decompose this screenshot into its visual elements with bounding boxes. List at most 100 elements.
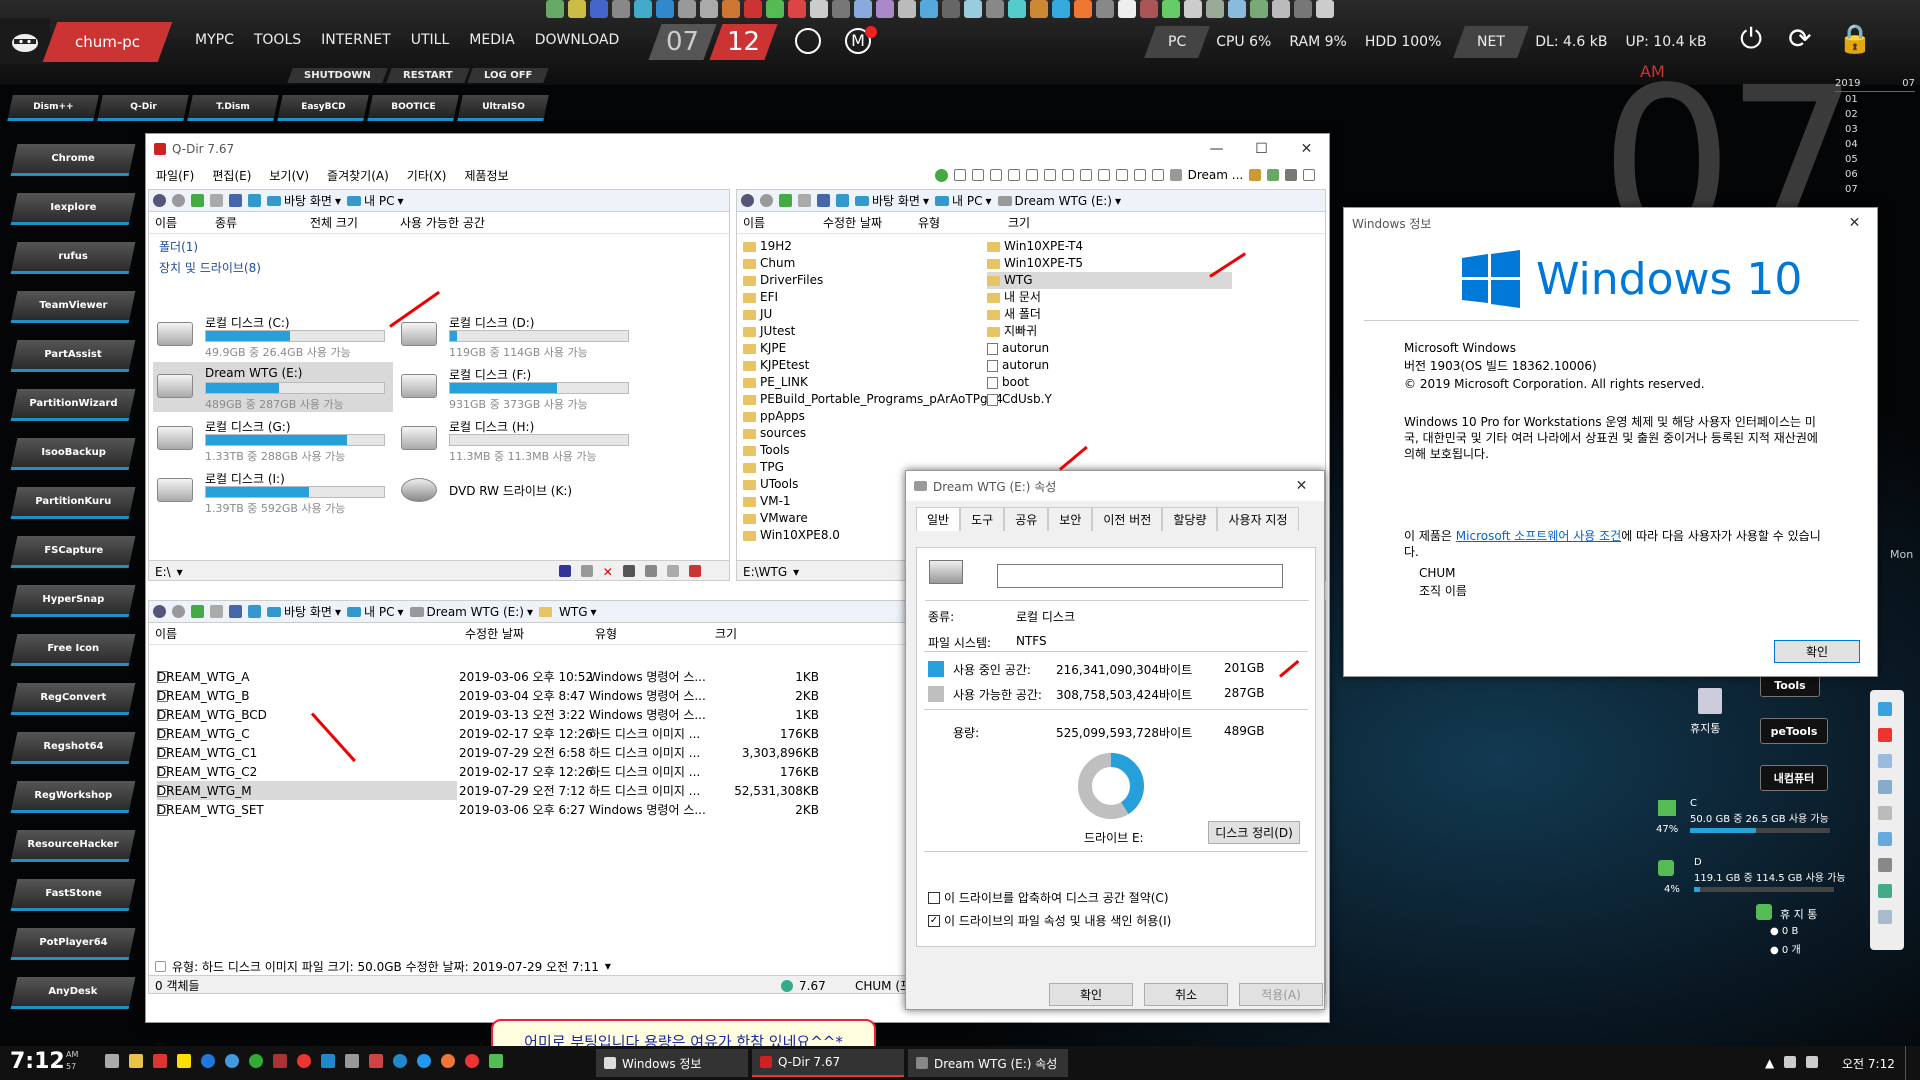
taskbar-clock[interactable]: 오전 7:12 [1842, 1055, 1895, 1072]
taskbar-item-qdir[interactable]: Q-Dir 7.67 [752, 1049, 904, 1077]
tab-sharing[interactable]: 공유 [1004, 507, 1049, 531]
table-row[interactable]: DREAM_WTG_BCD 2019-03-13 오전 3:22 Windows 명… [157, 705, 857, 724]
table-row[interactable]: DREAM_WTG_C 2019-02-17 오후 12:26 하드 디스크 이미지… [157, 724, 857, 743]
logoff-button[interactable]: LOG OFF [467, 68, 550, 83]
table-row[interactable]: DREAM_WTG_M 2019-07-29 오전 7:12 하드 디스크 이미지 … [157, 781, 819, 800]
chrome-icon[interactable] [465, 1054, 479, 1068]
edge-icon[interactable] [393, 1054, 407, 1068]
breadcrumb-mypc[interactable]: 내 PC ▾ [347, 192, 404, 209]
app-icon[interactable] [201, 1054, 215, 1068]
license-link[interactable]: Microsoft 소프트웨어 사용 조건 [1456, 529, 1621, 543]
forward-icon[interactable] [172, 194, 185, 207]
app-icon[interactable] [1878, 832, 1892, 846]
breadcrumb-mypc[interactable]: 내 PC ▾ [935, 192, 992, 209]
chrome-icon[interactable] [795, 28, 821, 54]
folder-item[interactable]: EFI [743, 289, 1003, 306]
app-icon[interactable] [546, 0, 564, 18]
app-icon[interactable] [1184, 0, 1202, 18]
menu-tools[interactable]: TOOLS [254, 32, 301, 48]
sidebar-item-teamviewer[interactable]: TeamViewer [5, 282, 140, 331]
app-icon[interactable] [249, 1054, 263, 1068]
folder-item[interactable]: JUtest [743, 323, 1003, 340]
sidebar-item-partassist[interactable]: PartAssist [5, 331, 140, 380]
folder-item[interactable]: sources [743, 425, 1003, 442]
layout-icon[interactable] [989, 169, 1002, 181]
col-name[interactable]: 이름 [149, 214, 209, 231]
app-icon[interactable] [273, 1054, 287, 1068]
drive-i[interactable]: 로컬 디스크 (I:) 1.39TB 중 592GB 사용 가능 [153, 466, 393, 516]
drive-h[interactable]: 로컬 디스크 (H:) 11.3MB 중 11.3MB 사용 가능 [397, 414, 637, 464]
sidebar-item-regshot64[interactable]: Regshot64 [5, 723, 140, 772]
layout-icon[interactable] [1079, 169, 1092, 181]
col-free[interactable]: 사용 가능한 공간 [394, 214, 554, 231]
layout-icon[interactable] [1061, 169, 1074, 181]
tray-chevron-icon[interactable]: ▲ [1765, 1056, 1774, 1070]
winver-titlebar[interactable]: Windows 정보 ✕ [1344, 208, 1877, 238]
index-checkbox[interactable]: ✓ [928, 914, 940, 927]
star-icon[interactable] [1267, 169, 1280, 181]
app-icon[interactable] [225, 1054, 239, 1068]
sidebar-item-partitionkuru[interactable]: PartitionKuru [5, 478, 140, 527]
layout-icon[interactable] [971, 169, 984, 181]
folder-item[interactable]: Win10XPE-T4 [987, 238, 1232, 255]
refresh-icon[interactable] [248, 605, 261, 618]
apply-button[interactable]: 적용(A) [1239, 983, 1323, 1006]
col-type[interactable]: 유형 [912, 214, 1002, 231]
tool-easybcd-button[interactable]: EasyBCD [277, 95, 369, 121]
disk-cleanup-button[interactable]: 디스크 정리(D) [1208, 821, 1300, 844]
cancel-button[interactable]: 취소 [1144, 983, 1228, 1006]
folder-item[interactable]: Tools [743, 442, 1003, 459]
sidebar-item-regworkshop[interactable]: RegWorkshop [5, 772, 140, 821]
app-icon[interactable] [321, 1054, 335, 1068]
sidebar-item-potplayer64[interactable]: PotPlayer64 [5, 919, 140, 968]
sidebar-item-anydesk[interactable]: AnyDesk [5, 968, 140, 1017]
app-icon[interactable] [722, 0, 740, 18]
menu-internet[interactable]: INTERNET [321, 32, 391, 48]
app-icon[interactable] [1206, 0, 1224, 18]
tab-security[interactable]: 보안 [1048, 507, 1093, 531]
table-row[interactable]: DREAM_WTG_SET 2019-03-06 오후 6:27 Windows 명… [157, 800, 857, 819]
app-icon[interactable] [1052, 0, 1070, 18]
folder-item[interactable]: PEBuild_Portable_Programs_pArAoTPg34 [743, 391, 1003, 408]
explorer-icon[interactable] [129, 1054, 143, 1068]
folder-item[interactable]: 새 폴더 [987, 306, 1232, 323]
app-icon[interactable] [678, 0, 696, 18]
forward-icon[interactable] [760, 194, 773, 207]
tool-dism-button[interactable]: Dism++ [7, 95, 99, 121]
index-option[interactable]: ✓ 이 드라이브의 파일 속성 및 내용 색인 허용(I) [928, 912, 1171, 929]
app-icon[interactable] [1162, 0, 1180, 18]
tab-customize[interactable]: 사용자 지정 [1217, 507, 1299, 531]
sidebar-item-partitionwizard[interactable]: PartitionWizard [5, 380, 140, 429]
app-icon[interactable] [1140, 0, 1158, 18]
tab-general[interactable]: 일반 [916, 507, 961, 531]
ok-button[interactable]: 확인 [1049, 983, 1133, 1006]
app-icon[interactable] [153, 1054, 167, 1068]
layout-icon[interactable] [1007, 169, 1020, 181]
sidebar-item-chrome[interactable]: Chrome [5, 135, 140, 184]
sidebar-item-hypersnap[interactable]: HyperSnap [5, 576, 140, 625]
view-icon[interactable] [817, 194, 830, 207]
drive-e[interactable]: Dream WTG (E:) 489GB 중 287GB 사용 가능 [153, 362, 393, 412]
app-icon[interactable] [854, 0, 872, 18]
folder-item[interactable]: ppApps [743, 408, 1003, 425]
file-item[interactable]: CdUsb.Y [987, 391, 1232, 408]
col-total[interactable]: 전체 크기 [304, 214, 394, 231]
back-icon[interactable] [153, 194, 166, 207]
app-icon[interactable] [810, 0, 828, 18]
sidebar-item-regconvert[interactable]: RegConvert [5, 674, 140, 723]
folder-icon[interactable] [210, 194, 223, 207]
app-icon[interactable] [590, 0, 608, 18]
up-icon[interactable] [779, 194, 792, 207]
sidebar-item-rufus[interactable]: rufus [5, 233, 140, 282]
file-item[interactable]: boot [987, 374, 1232, 391]
monitor-icon[interactable] [345, 1054, 359, 1068]
sidebar-item-resourcehacker[interactable]: ResourceHacker [5, 821, 140, 870]
app-icon[interactable] [1878, 884, 1892, 898]
app-icon[interactable] [1118, 0, 1136, 18]
maximize-button[interactable]: ☐ [1239, 141, 1284, 157]
tool-ultraiso-button[interactable]: UltraISO [457, 95, 549, 121]
breadcrumb-drive-e[interactable]: Dream WTG (E:) ▾ [997, 194, 1121, 208]
app-icon[interactable] [1228, 0, 1246, 18]
table-row[interactable]: DREAM_WTG_C1 2019-07-29 오전 6:58 하드 디스크 이미지… [157, 743, 857, 762]
refresh-icon[interactable] [836, 194, 849, 207]
